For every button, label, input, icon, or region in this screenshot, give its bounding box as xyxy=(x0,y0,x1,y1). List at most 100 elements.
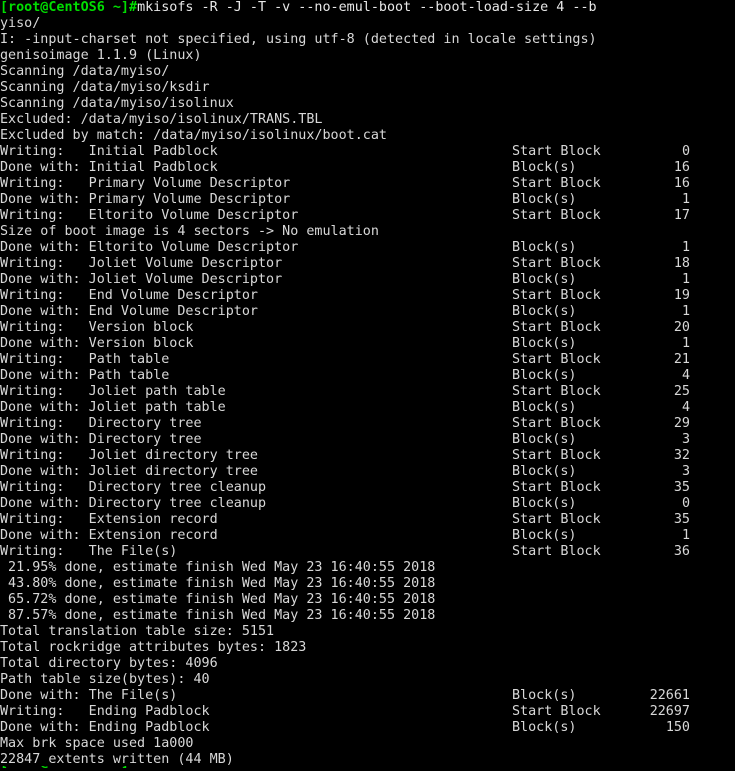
progress-line: 87.57% done, estimate finish Wed May 23 … xyxy=(0,608,436,623)
block-row-value: 35 xyxy=(673,512,690,527)
block-row-value: 36 xyxy=(673,544,690,559)
block-row: Done with: Path table Block(s) 4 xyxy=(0,368,735,384)
block-row-value: 1 xyxy=(681,272,690,287)
block-table-2: Done with: Eltorito Volume Descriptor Blo… xyxy=(0,240,735,560)
block-row-description: Writing: End Volume Descriptor xyxy=(0,288,258,303)
block-row-value: 17 xyxy=(673,208,690,223)
block-row-value: 21 xyxy=(673,352,690,367)
command-wrap-line: yiso/ xyxy=(0,16,41,31)
info-output: I: -input-charset not specified, using u… xyxy=(0,32,735,144)
block-row-value: 0 xyxy=(681,144,690,159)
block-row-description: Writing: Initial Padblock xyxy=(0,144,218,159)
next-prompt-line: [root@CentOS6 ~]# xyxy=(0,766,735,771)
block-row-value: 20 xyxy=(673,320,690,335)
terminal-window[interactable]: [root@CentOS6 ~]#mkisofs -R -J -T -v --n… xyxy=(0,0,735,771)
block-row-value: 4 xyxy=(681,400,690,415)
block-table-1: Writing: Initial Padblock Start Block 0 Don… xyxy=(0,144,735,224)
block-row-description: Done with: End Volume Descriptor xyxy=(0,304,258,319)
block-row: Writing: Directory tree cleanup Start Blo… xyxy=(0,480,735,496)
tail-line: Max brk space used 1a000 xyxy=(0,736,194,751)
block-row-value: 16 xyxy=(673,160,690,175)
block-row-value: 4 xyxy=(681,368,690,383)
block-row: Writing: The File(s) Start Block 36 xyxy=(0,544,735,560)
block-row: Done with: Joliet path table Block(s) 4 xyxy=(0,400,735,416)
command-line-row: [root@CentOS6 ~]#mkisofs -R -J -T -v --n… xyxy=(0,0,735,16)
block-row-value: 18 xyxy=(673,256,690,271)
block-row-description: Done with: Directory tree cleanup xyxy=(0,496,267,511)
block-row-description: Writing: Joliet path table xyxy=(0,384,226,399)
tail-output: Max brk space used 1a000 22847 extents wr… xyxy=(0,736,735,768)
info-line: Excluded by match: /data/myiso/isolinux/… xyxy=(0,128,387,143)
progress-line: 21.95% done, estimate finish Wed May 23 … xyxy=(0,560,436,575)
block-row-value: 1 xyxy=(681,192,690,207)
info-line: Excluded: /data/myiso/isolinux/TRANS.TBL xyxy=(0,112,323,127)
block-row: Writing: Ending Padblock Start Block 22697 xyxy=(0,704,735,720)
block-row: Done with: End Volume Descriptor Block(s)… xyxy=(0,304,735,320)
block-row: Writing: Initial Padblock Start Block 0 xyxy=(0,144,735,160)
progress-line: 43.80% done, estimate finish Wed May 23 … xyxy=(0,576,436,591)
block-row-value: 1 xyxy=(681,528,690,543)
command-text: mkisofs -R -J -T -v --no-emul-boot --boo… xyxy=(137,0,597,15)
block-row-description: Writing: Ending Padblock xyxy=(0,704,210,719)
block-row-value: 25 xyxy=(673,384,690,399)
block-row-value: 35 xyxy=(673,480,690,495)
block-row: Writing: Version block Start Block 20 xyxy=(0,320,735,336)
summary-line: Total directory bytes: 4096 xyxy=(0,656,218,671)
block-row: Done with: Joliet directory tree Block(s)… xyxy=(0,464,735,480)
block-row-description: Done with: Ending Padblock xyxy=(0,720,210,735)
block-row-description: Done with: Initial Padblock xyxy=(0,160,218,175)
block-row: Writing: Joliet directory tree Start Bloc… xyxy=(0,448,735,464)
block-row-value: 1 xyxy=(681,240,690,255)
block-row: Done with: Primary Volume Descriptor Bloc… xyxy=(0,192,735,208)
block-row: Writing: Eltorito Volume Descriptor Start… xyxy=(0,208,735,224)
block-row-description: Writing: Joliet Volume Descriptor xyxy=(0,256,283,271)
block-row-description: Done with: The File(s) xyxy=(0,688,178,703)
boot-emulation-line: Size of boot image is 4 sectors -> No em… xyxy=(0,224,379,239)
block-row: Done with: Eltorito Volume Descriptor Blo… xyxy=(0,240,735,256)
block-row-value: 19 xyxy=(673,288,690,303)
block-row-description: Done with: Directory tree xyxy=(0,432,202,447)
block-row-value: 3 xyxy=(681,432,690,447)
block-row-description: Done with: Joliet path table xyxy=(0,400,226,415)
block-row-value: 22661 xyxy=(649,688,690,703)
block-row: Writing: Primary Volume Descriptor Start … xyxy=(0,176,735,192)
shell-prompt: [root@CentOS6 ~]# xyxy=(0,0,138,15)
block-row-value: 3 xyxy=(681,464,690,479)
block-row-description: Done with: Version block xyxy=(0,336,194,351)
block-row: Done with: Directory tree cleanup Block(s… xyxy=(0,496,735,512)
block-row-description: Done with: Path table xyxy=(0,368,170,383)
block-row-description: Done with: Eltorito Volume Descriptor xyxy=(0,240,299,255)
info-line: Scanning /data/myiso/ xyxy=(0,64,170,79)
block-row-value: 29 xyxy=(673,416,690,431)
block-row-description: Writing: Version block xyxy=(0,320,194,335)
block-row: Writing: Joliet Volume Descriptor Start B… xyxy=(0,256,735,272)
block-row-description: Done with: Extension record xyxy=(0,528,218,543)
info-line: genisoimage 1.1.9 (Linux) xyxy=(0,48,202,63)
next-prompt-row: [root@CentOS6 ~]# xyxy=(0,766,735,771)
block-row-description: Done with: Primary Volume Descriptor xyxy=(0,192,291,207)
shell-prompt-next: [root@CentOS6 ~]# xyxy=(0,766,137,770)
block-row-description: Writing: Path table xyxy=(0,352,170,367)
block-row-value: 150 xyxy=(665,720,690,735)
progress-line: 65.72% done, estimate finish Wed May 23 … xyxy=(0,592,436,607)
block-row: Writing: Extension record Start Block 35 xyxy=(0,512,735,528)
block-row-description: Writing: Extension record xyxy=(0,512,218,527)
block-row-description: Writing: The File(s) xyxy=(0,544,178,559)
block-row: Done with: Directory tree Block(s) 3 xyxy=(0,432,735,448)
block-row-description: Done with: Joliet Volume Descriptor xyxy=(0,272,283,287)
summary-line: Path table size(bytes): 40 xyxy=(0,672,210,687)
block-row: Writing: Path table Start Block 21 xyxy=(0,352,735,368)
block-row-value: 22697 xyxy=(649,704,690,719)
block-row: Done with: Version block Block(s) 1 xyxy=(0,336,735,352)
summary-output: Total translation table size: 5151 Total … xyxy=(0,624,735,688)
summary-line: Total rockridge attributes bytes: 1823 xyxy=(0,640,307,655)
block-row-description: Done with: Joliet directory tree xyxy=(0,464,258,479)
info-line: I: -input-charset not specified, using u… xyxy=(0,32,597,47)
block-row: Done with: Joliet Volume Descriptor Block… xyxy=(0,272,735,288)
block-row: Writing: Directory tree Start Block 29 xyxy=(0,416,735,432)
block-row: Done with: Extension record Block(s) 1 xyxy=(0,528,735,544)
block-row: Writing: End Volume Descriptor Start Bloc… xyxy=(0,288,735,304)
command-line: [root@CentOS6 ~]#mkisofs -R -J -T -v --n… xyxy=(0,0,735,16)
block-row-value: 32 xyxy=(673,448,690,463)
block-row-description: Writing: Directory tree cleanup xyxy=(0,480,267,495)
